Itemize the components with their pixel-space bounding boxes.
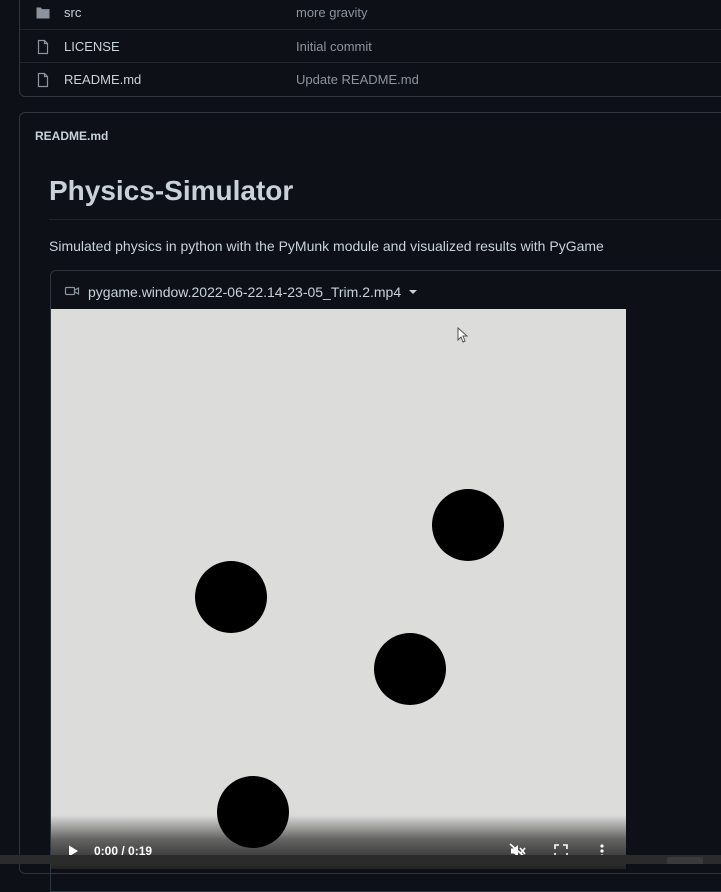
commit-message[interactable]: Update README.md (296, 72, 419, 87)
file-list: src more gravity LICENSE Initial commit … (19, 0, 721, 97)
mouse-cursor-icon (457, 326, 469, 348)
folder-icon (35, 5, 51, 21)
title-divider (49, 219, 721, 220)
readme-panel: README.md Physics-Simulator Simulated ph… (19, 112, 721, 892)
file-name[interactable]: src (64, 5, 81, 20)
file-icon (35, 72, 51, 88)
file-row-src[interactable]: src more gravity (20, 0, 721, 29)
readme-title: Physics-Simulator (49, 175, 294, 206)
file-row-readme[interactable]: README.md Update README.md (20, 62, 721, 96)
video-summary-toggle[interactable]: pygame.window.2022-06-22.14-23-05_Trim.2… (64, 282, 418, 302)
ball (374, 633, 446, 705)
file-icon (35, 39, 51, 55)
video-filename[interactable]: pygame.window.2022-06-22.14-23-05_Trim.2… (88, 284, 401, 300)
video-embed: pygame.window.2022-06-22.14-23-05_Trim.2… (50, 270, 721, 892)
readme-header[interactable]: README.md (35, 129, 108, 143)
commit-message[interactable]: more gravity (296, 5, 368, 20)
readme-description: Simulated physics in python with the PyM… (49, 238, 604, 254)
file-name[interactable]: README.md (64, 72, 141, 87)
ball (195, 561, 267, 633)
chevron-down-icon[interactable] (409, 290, 418, 294)
video-camera-icon (64, 283, 88, 302)
file-row-license[interactable]: LICENSE Initial commit (20, 29, 721, 63)
window-bottom-bar (0, 855, 721, 864)
scroll-handle[interactable] (667, 857, 703, 864)
file-name[interactable]: LICENSE (64, 39, 120, 54)
ball (432, 489, 504, 561)
video-player[interactable]: 0:00 / 0:19 (51, 309, 626, 869)
commit-message[interactable]: Initial commit (296, 39, 372, 54)
